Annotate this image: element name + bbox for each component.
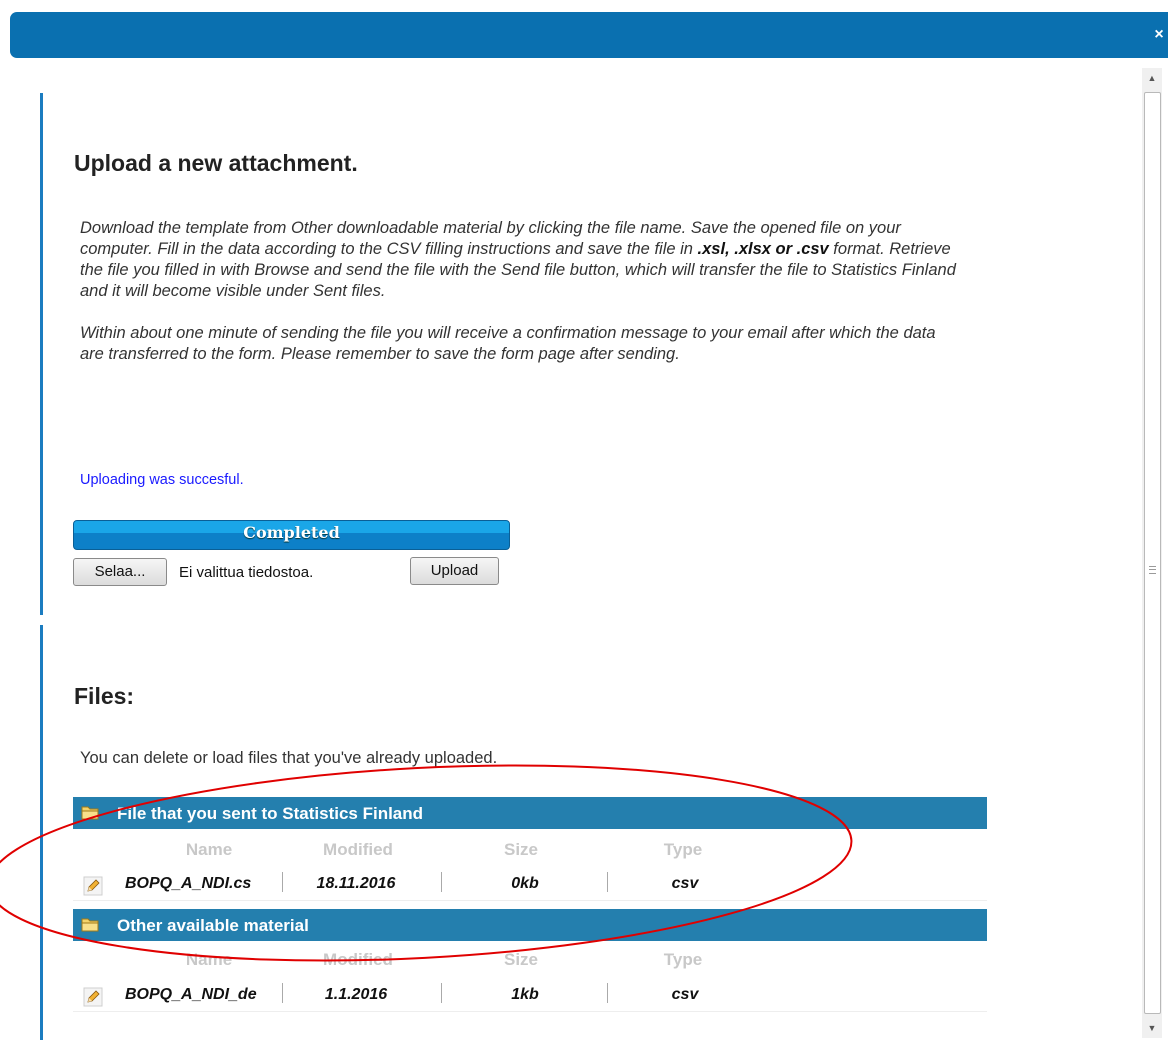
file-type: csv <box>671 875 699 892</box>
instructions-paragraph-2: Within about one minute of sending the f… <box>80 324 936 363</box>
file-size: 0kb <box>511 875 539 892</box>
scrollbar-thumb[interactable] <box>1144 92 1161 1014</box>
selected-file-text: Ei valittua tiedostoa. <box>179 564 314 581</box>
file-name-link[interactable]: BOPQ_A_NDI_de <box>125 986 275 1004</box>
column-header-name[interactable]: Name <box>186 950 232 970</box>
progress-label: Completed <box>243 523 340 542</box>
folder-icon <box>81 918 99 932</box>
dialog-titlebar <box>10 12 1168 58</box>
column-header-size[interactable]: Size <box>504 950 538 970</box>
folder-icon <box>81 806 99 820</box>
upload-dialog: × ▲ ▼ Upload a new attachment. Download … <box>0 0 1168 1050</box>
upload-heading: Upload a new attachment. <box>74 150 358 176</box>
pencil-icon[interactable] <box>83 876 103 896</box>
close-icon[interactable]: × <box>1150 24 1168 46</box>
upload-status-message: Uploading was succesful. <box>80 472 244 488</box>
section-header-sent-files[interactable]: File that you sent to Statistics Finland <box>73 797 987 829</box>
column-header-type[interactable]: Type <box>664 950 702 970</box>
column-header-type[interactable]: Type <box>664 840 702 860</box>
column-header-name[interactable]: Name <box>186 840 232 860</box>
column-headers: Name Modified Size Type <box>73 838 987 860</box>
file-modified: 1.1.2016 <box>324 986 388 1003</box>
section-title: Other available material <box>117 916 309 935</box>
files-heading: Files: <box>74 683 135 709</box>
browse-button[interactable]: Selaa... <box>73 558 167 586</box>
instructions-paragraph-1: Download the template from Other downloa… <box>80 219 956 300</box>
upload-progress-bar: Completed <box>73 520 510 550</box>
table-row: BOPQ_A_NDI_de 1.1.2016 1kb csv <box>73 977 987 1012</box>
table-row: BOPQ_A_NDI.cs 18.11.2016 0kb csv <box>73 866 987 901</box>
upload-button[interactable]: Upload <box>410 557 499 585</box>
file-name-link[interactable]: BOPQ_A_NDI.cs <box>125 875 275 893</box>
upload-instructions: Download the template from Other downloa… <box>80 218 960 386</box>
file-modified: 18.11.2016 <box>316 875 396 892</box>
grip-icon <box>1149 566 1156 574</box>
file-type: csv <box>671 986 699 1003</box>
file-picker-row: Selaa... Ei valittua tiedostoa. Upload <box>73 557 513 587</box>
column-header-modified[interactable]: Modified <box>323 950 393 970</box>
section-accent-bar <box>40 93 43 615</box>
section-title: File that you sent to Statistics Finland <box>117 804 424 823</box>
scroll-down-icon[interactable]: ▼ <box>1142 1018 1162 1038</box>
section-header-other-material[interactable]: Other available material <box>73 909 987 941</box>
vertical-scrollbar[interactable]: ▲ ▼ <box>1142 68 1162 1038</box>
column-headers: Name Modified Size Type <box>73 948 987 970</box>
pencil-icon[interactable] <box>83 987 103 1007</box>
files-description: You can delete or load files that you've… <box>80 749 498 767</box>
column-header-modified[interactable]: Modified <box>323 840 393 860</box>
section-accent-bar <box>40 625 43 1040</box>
file-size: 1kb <box>511 986 539 1003</box>
file-formats: .xsl, .xlsx or .csv <box>697 240 829 258</box>
column-header-size[interactable]: Size <box>504 840 538 860</box>
scroll-up-icon[interactable]: ▲ <box>1142 68 1162 88</box>
